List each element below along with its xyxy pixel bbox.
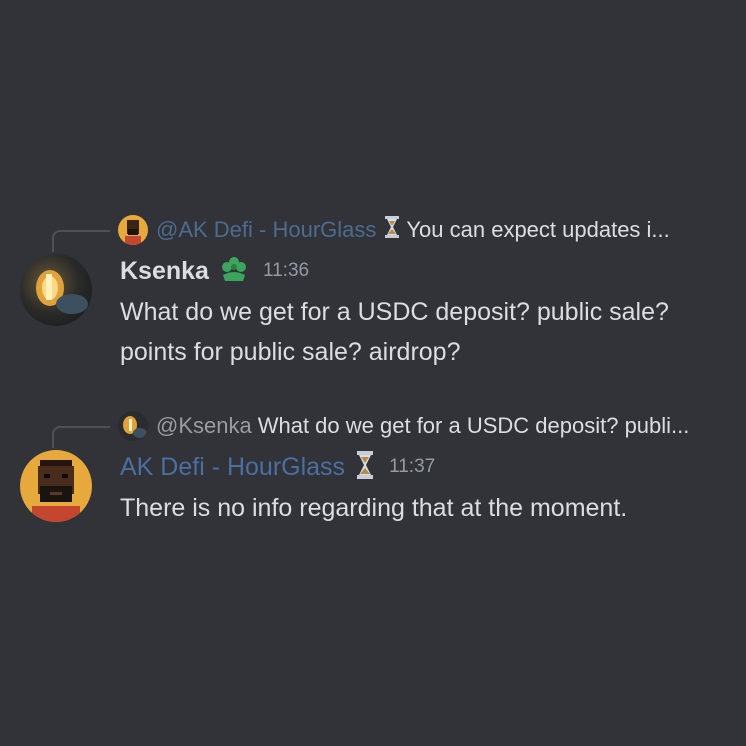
timestamp: 11:36	[262, 260, 310, 281]
reply-connector	[52, 230, 110, 252]
reply-author[interactable]: @Ksenka	[156, 413, 252, 439]
timestamp: 11:37	[389, 456, 436, 477]
chat-log: @AK Defi - HourGlass You can expect upda…	[0, 0, 746, 746]
reply-preview[interactable]: @Ksenka What do we get for a USDC deposi…	[118, 410, 733, 442]
message-content: What do we get for a USDC deposit? publi…	[120, 298, 669, 366]
author-name[interactable]: AK Defi - HourGlass	[120, 453, 345, 482]
reply-text: You can expect updates i...	[406, 217, 670, 242]
avatar[interactable]	[20, 254, 92, 326]
reply-avatar	[118, 215, 148, 245]
flower-badge-icon[interactable]	[219, 255, 249, 288]
reply-connector	[52, 426, 110, 448]
hourglass-icon	[384, 216, 400, 244]
reply-preview[interactable]: @AK Defi - HourGlass You can expect upda…	[118, 214, 733, 246]
message-content: There is no info regarding that at the m…	[120, 494, 628, 522]
reply-text: What do we get for a USDC deposit? publi…	[257, 413, 690, 438]
reply-avatar	[118, 411, 148, 441]
author-name[interactable]: Ksenka	[120, 257, 209, 286]
message-header: AK Defi - HourGlass 11:37	[120, 450, 435, 484]
reply-author[interactable]: @AK Defi - HourGlass	[156, 217, 376, 243]
hourglass-icon[interactable]	[355, 450, 375, 484]
avatar[interactable]	[20, 450, 92, 522]
message-header: Ksenka 11:36	[120, 254, 309, 288]
